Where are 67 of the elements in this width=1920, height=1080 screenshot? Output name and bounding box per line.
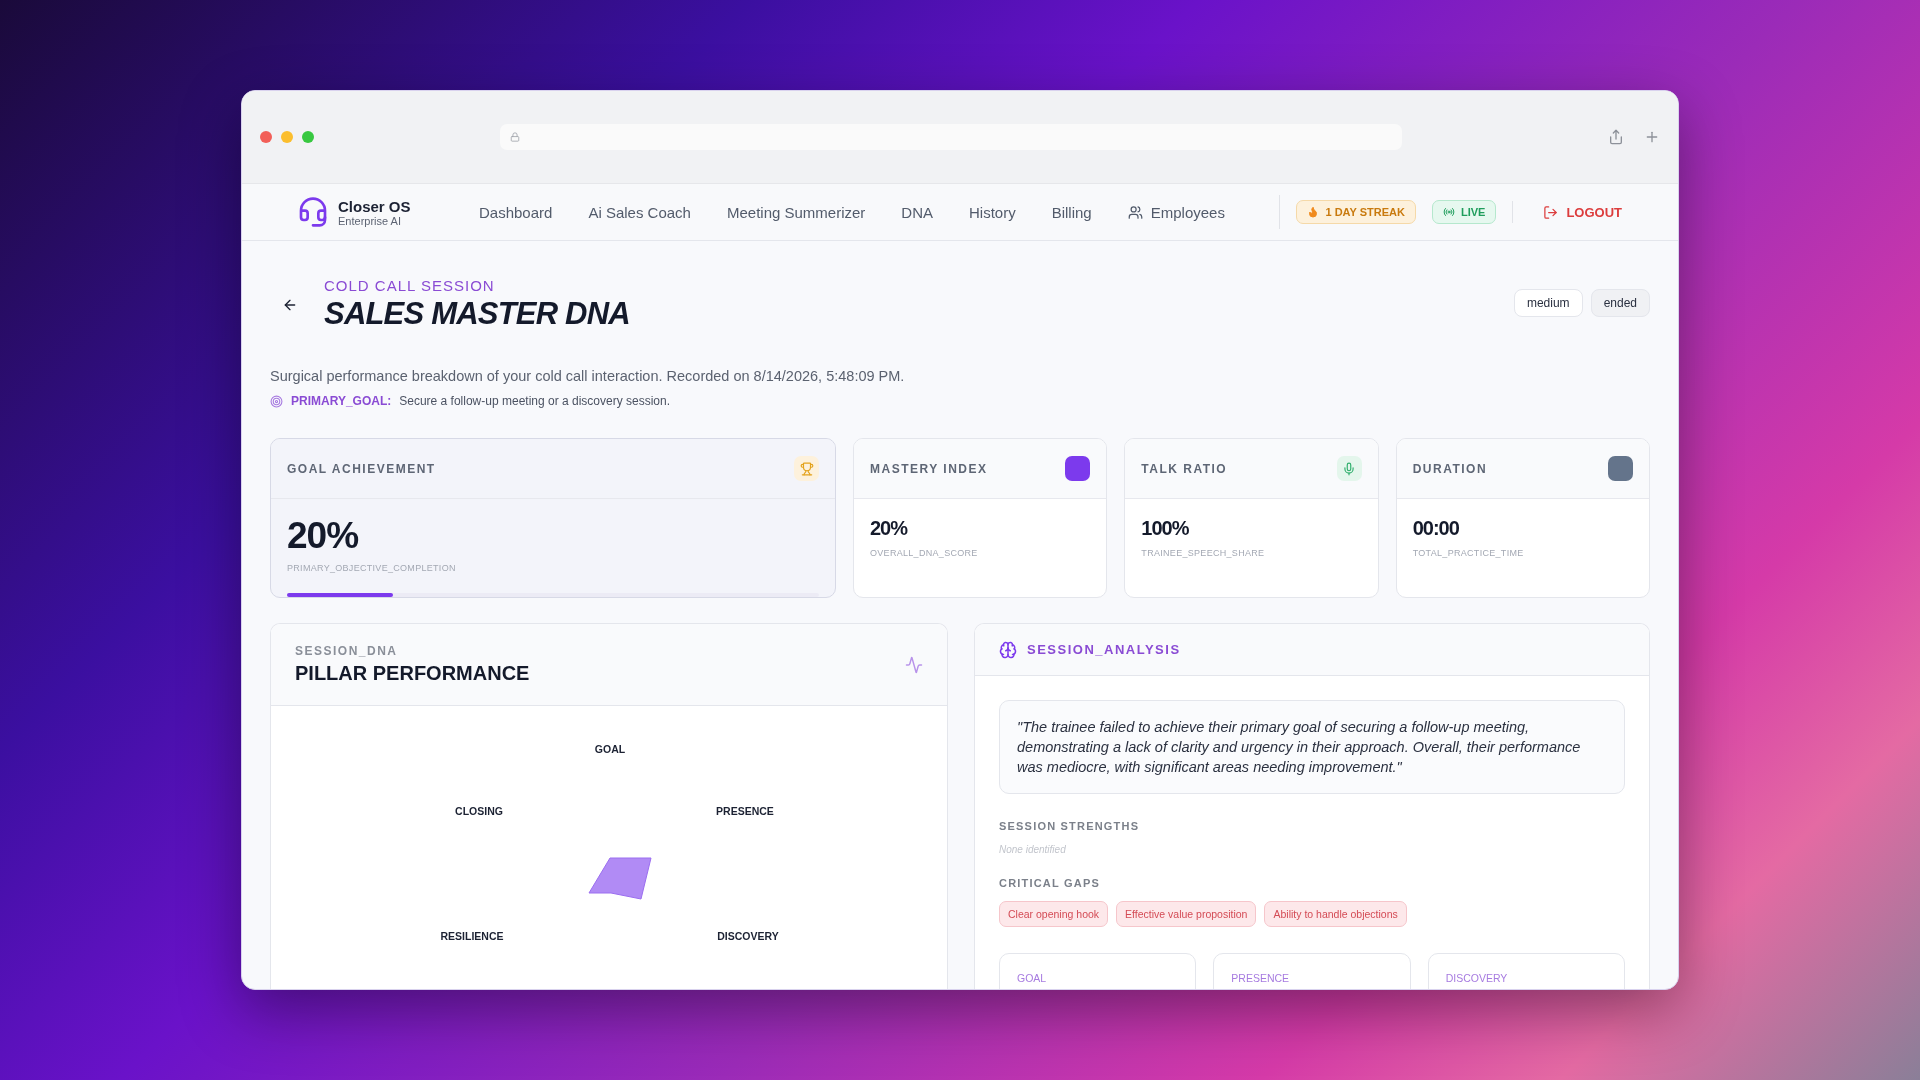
brain-icon (999, 640, 1017, 659)
nav-link[interactable]: Billing (1051, 203, 1092, 221)
empty-note: None identified (999, 844, 1067, 855)
stat-caption: TRAINEE_SPEECH_SHARE (1141, 548, 1266, 558)
page-title: SALES MASTER DNA (324, 296, 630, 332)
axis-label: CLOSING (455, 805, 503, 817)
stat-label: DURATION (1412, 461, 1488, 476)
broadcast-icon (1442, 206, 1455, 218)
lock-icon (510, 132, 520, 142)
axis-label: PRESENCE (716, 805, 774, 817)
logout-icon (1543, 204, 1559, 220)
section-title: SESSION STRENGTHS (999, 820, 1141, 832)
stat-value: 20% (870, 517, 909, 540)
nav-link[interactable]: Dashboard (479, 203, 553, 221)
stat-value: 00:00 (1412, 517, 1460, 540)
stat-caption: PRIMARY_OBJECTIVE_COMPLETION (287, 563, 457, 573)
score-polygon (588, 857, 652, 900)
pillar-label: GOAL (1017, 972, 1048, 984)
status-badge: medium (1513, 289, 1583, 317)
session-type: COLD CALL SESSION (324, 277, 496, 294)
nav-link[interactable]: DNA (901, 203, 933, 221)
nav-link[interactable]: Employees (1127, 203, 1225, 221)
stat-label: GOAL ACHIEVEMENT (287, 461, 436, 476)
gap-tag: Effective value proposition (1116, 901, 1257, 927)
stat-label: MASTERY INDEX (870, 461, 988, 476)
gap-tag: Clear opening hook (999, 901, 1109, 927)
new-tab-icon[interactable] (1644, 129, 1660, 145)
stat-label: TALK RATIO (1141, 461, 1228, 476)
stat-value: 100% (1141, 517, 1190, 540)
minimize-button[interactable] (281, 131, 293, 143)
headset-logo-icon (297, 196, 329, 228)
panel-title: PILLAR PERFORMANCE (295, 662, 530, 685)
gap-tag: Ability to handle objections (1264, 901, 1407, 927)
users-icon (1127, 204, 1143, 220)
close-button[interactable] (260, 131, 272, 143)
nav-link[interactable]: Meeting Summerizer (726, 203, 866, 221)
axis-label: GOAL (594, 743, 626, 755)
maximize-button[interactable] (302, 131, 314, 143)
summary-quote: "The trainee failed to achieve their primary goal of securing a follow-up meeting, demonstrating a lack of clarity and urgency in their approach. Overall, their performance was mediocre, with significant areas needing improvement." (999, 700, 1625, 794)
goal-label: PRIMARY_GOAL: (291, 394, 392, 408)
stat-caption: TOTAL_PRACTICE_TIME (1412, 548, 1525, 558)
stat-caption: OVERALL_DNA_SCORE (870, 548, 979, 558)
status-badge: ended (1590, 289, 1650, 317)
back-button[interactable] (282, 297, 298, 313)
description: Surgical performance breakdown of your cold call interaction. Recorded on 8/14/2026, 5:48:09 PM. (270, 368, 906, 384)
streak-badge: 1 DAY STREAK (1296, 200, 1416, 224)
panel-eyebrow: SESSION_DNA (295, 644, 399, 658)
live-badge: LIVE (1431, 200, 1497, 224)
trophy-icon (799, 461, 814, 476)
section-title: CRITICAL GAPS (999, 877, 1101, 889)
axis-label: RESILIENCE (440, 930, 504, 942)
nav-link[interactable]: Ai Sales Coach (588, 203, 691, 221)
pillar-label: DISCOVERY (1445, 972, 1509, 984)
axis-label: DISCOVERY (717, 930, 779, 942)
panel-title: SESSION_ANALYSIS (1027, 642, 1181, 657)
pillar-label: PRESENCE (1231, 972, 1291, 984)
nav-link[interactable]: History (969, 203, 1016, 221)
microphone-icon (1342, 461, 1357, 476)
target-icon (270, 394, 283, 408)
share-icon[interactable] (1608, 129, 1624, 145)
brand-name: Closer OS (338, 197, 411, 215)
brand-subtitle: Enterprise AI (338, 214, 402, 227)
activity-icon (905, 655, 923, 674)
logout-button[interactable]: LOGOUT (1543, 204, 1622, 220)
goal-text: Secure a follow-up meeting or a discovery session. (399, 394, 671, 408)
flame-icon (1307, 206, 1320, 218)
stat-value: 20% (287, 515, 360, 557)
